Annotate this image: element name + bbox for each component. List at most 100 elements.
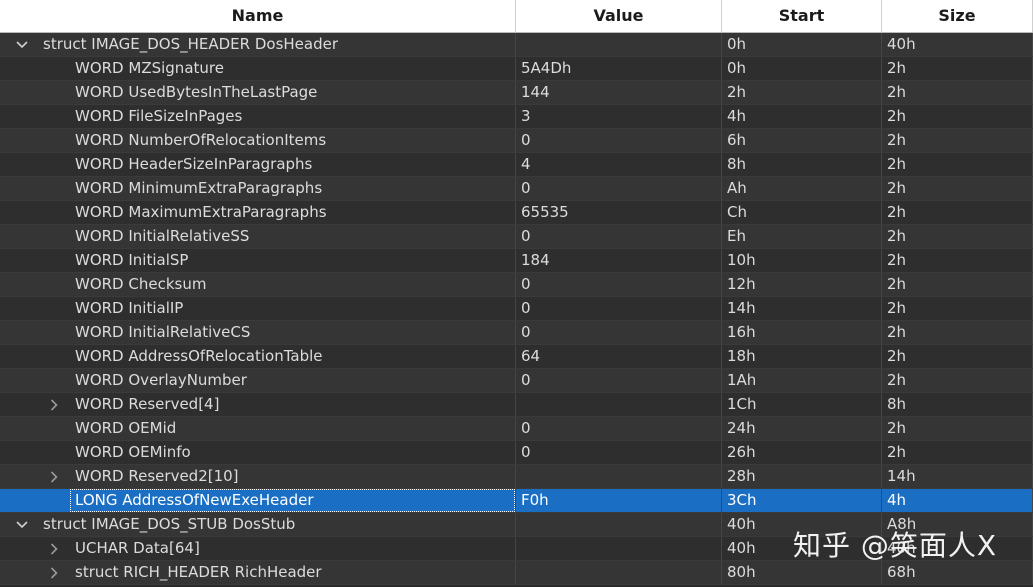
- table-row[interactable]: WORD Reserved[4] 1Ch 8h: [0, 393, 1033, 417]
- chevron-right-icon[interactable]: [47, 465, 61, 488]
- value-cell: 0: [516, 129, 722, 152]
- value-cell: [516, 465, 722, 488]
- row-name: WORD OverlayNumber: [75, 371, 247, 389]
- row-name: WORD MZSignature: [75, 59, 224, 77]
- row-name: WORD NumberOfRelocationItems: [75, 131, 327, 149]
- row-name: WORD Reserved2[10]: [75, 467, 239, 485]
- row-name: WORD MinimumExtraParagraphs: [75, 179, 323, 197]
- size-cell: 2h: [882, 369, 1033, 392]
- size-cell: 2h: [882, 57, 1033, 80]
- table-row[interactable]: LONG AddressOfNewExeHeader F0h 3Ch 4h: [0, 489, 1033, 513]
- size-cell: 4h: [882, 489, 1033, 512]
- name-cell[interactable]: struct RICH_HEADER RichHeader: [0, 561, 516, 584]
- row-name: WORD UsedBytesInTheLastPage: [75, 83, 318, 101]
- start-cell: 12h: [722, 273, 882, 296]
- name-cell[interactable]: WORD Checksum: [0, 273, 516, 296]
- table-row[interactable]: WORD MZSignature 5A4Dh 0h 2h: [0, 57, 1033, 81]
- table-row[interactable]: WORD UsedBytesInTheLastPage 144 2h 2h: [0, 81, 1033, 105]
- name-cell[interactable]: WORD OEMid: [0, 417, 516, 440]
- name-cell[interactable]: WORD Reserved2[10]: [0, 465, 516, 488]
- value-cell: 184: [516, 249, 722, 272]
- size-cell: 68h: [882, 561, 1033, 584]
- row-name: struct RICH_HEADER RichHeader: [75, 563, 322, 581]
- column-header-size[interactable]: Size: [882, 0, 1033, 32]
- start-cell: Ah: [722, 177, 882, 200]
- start-cell: 6h: [722, 129, 882, 152]
- name-cell[interactable]: WORD OverlayNumber: [0, 369, 516, 392]
- table-row[interactable]: WORD MinimumExtraParagraphs 0 Ah 2h: [0, 177, 1033, 201]
- table-row[interactable]: UCHAR Data[64] 40h 40h: [0, 537, 1033, 561]
- name-cell[interactable]: WORD InitialIP: [0, 297, 516, 320]
- start-cell: Eh: [722, 225, 882, 248]
- size-cell: 8h: [882, 393, 1033, 416]
- name-cell[interactable]: WORD InitialRelativeCS: [0, 321, 516, 344]
- value-cell: 65535: [516, 201, 722, 224]
- start-cell: 80h: [722, 561, 882, 584]
- table-row[interactable]: WORD Reserved2[10] 28h 14h: [0, 465, 1033, 489]
- start-cell: 24h: [722, 417, 882, 440]
- value-cell: [516, 561, 722, 584]
- start-cell: 28h: [722, 465, 882, 488]
- table-row[interactable]: WORD InitialRelativeSS 0 Eh 2h: [0, 225, 1033, 249]
- template-results-tree: struct IMAGE_DOS_HEADER DosHeader 0h 40h WO…: [0, 33, 1033, 585]
- table-row[interactable]: WORD InitialSP 184 10h 2h: [0, 249, 1033, 273]
- start-cell: 3Ch: [722, 489, 882, 512]
- start-cell: 10h: [722, 249, 882, 272]
- row-name: WORD AddressOfRelocationTable: [75, 347, 323, 365]
- size-cell: 2h: [882, 81, 1033, 104]
- name-cell[interactable]: WORD FileSizeInPages: [0, 105, 516, 128]
- table-row[interactable]: WORD MaximumExtraParagraphs 65535 Ch 2h: [0, 201, 1033, 225]
- chevron-right-icon[interactable]: [47, 561, 61, 584]
- table-row[interactable]: WORD OEMid 0 24h 2h: [0, 417, 1033, 441]
- name-cell[interactable]: WORD InitialSP: [0, 249, 516, 272]
- column-header-start[interactable]: Start: [722, 0, 882, 32]
- table-row[interactable]: WORD InitialRelativeCS 0 16h 2h: [0, 321, 1033, 345]
- value-cell: 5A4Dh: [516, 57, 722, 80]
- table-row[interactable]: WORD AddressOfRelocationTable 64 18h 2h: [0, 345, 1033, 369]
- start-cell: 8h: [722, 153, 882, 176]
- table-row[interactable]: struct IMAGE_DOS_STUB DosStub 40h A8h: [0, 513, 1033, 537]
- chevron-down-icon[interactable]: [15, 513, 29, 536]
- table-row[interactable]: WORD FileSizeInPages 3 4h 2h: [0, 105, 1033, 129]
- chevron-down-icon[interactable]: [15, 33, 29, 56]
- table-row[interactable]: WORD HeaderSizeInParagraphs 4 8h 2h: [0, 153, 1033, 177]
- chevron-right-icon[interactable]: [47, 537, 61, 560]
- table-row[interactable]: struct IMAGE_DOS_HEADER DosHeader 0h 40h: [0, 33, 1033, 57]
- size-cell: 14h: [882, 465, 1033, 488]
- row-name: WORD InitialRelativeCS: [75, 323, 251, 341]
- chevron-right-icon[interactable]: [47, 393, 61, 416]
- table-row[interactable]: WORD Checksum 0 12h 2h: [0, 273, 1033, 297]
- name-cell[interactable]: WORD Reserved[4]: [0, 393, 516, 416]
- row-name: WORD HeaderSizeInParagraphs: [75, 155, 313, 173]
- name-cell[interactable]: WORD MZSignature: [0, 57, 516, 80]
- name-cell[interactable]: WORD HeaderSizeInParagraphs: [0, 153, 516, 176]
- name-cell[interactable]: WORD NumberOfRelocationItems: [0, 129, 516, 152]
- start-cell: 40h: [722, 513, 882, 536]
- row-name: WORD OEMinfo: [75, 443, 191, 461]
- name-cell[interactable]: WORD MinimumExtraParagraphs: [0, 177, 516, 200]
- column-header-name[interactable]: Name: [0, 0, 516, 32]
- row-name: WORD InitialIP: [75, 299, 184, 317]
- table-row[interactable]: WORD OEMinfo 0 26h 2h: [0, 441, 1033, 465]
- table-row[interactable]: struct RICH_HEADER RichHeader 80h 68h: [0, 561, 1033, 585]
- start-cell: 14h: [722, 297, 882, 320]
- name-cell[interactable]: struct IMAGE_DOS_HEADER DosHeader: [0, 33, 516, 56]
- name-cell[interactable]: WORD MaximumExtraParagraphs: [0, 201, 516, 224]
- start-cell: Ch: [722, 201, 882, 224]
- size-cell: 2h: [882, 129, 1033, 152]
- table-row[interactable]: WORD OverlayNumber 0 1Ah 2h: [0, 369, 1033, 393]
- name-cell[interactable]: UCHAR Data[64]: [0, 537, 516, 560]
- table-row[interactable]: WORD NumberOfRelocationItems 0 6h 2h: [0, 129, 1033, 153]
- table-row[interactable]: WORD InitialIP 0 14h 2h: [0, 297, 1033, 321]
- column-header-value[interactable]: Value: [516, 0, 722, 32]
- name-cell[interactable]: LONG AddressOfNewExeHeader: [0, 489, 516, 512]
- start-cell: 1Ch: [722, 393, 882, 416]
- name-cell[interactable]: struct IMAGE_DOS_STUB DosStub: [0, 513, 516, 536]
- name-cell[interactable]: WORD OEMinfo: [0, 441, 516, 464]
- start-cell: 0h: [722, 57, 882, 80]
- name-cell[interactable]: WORD InitialRelativeSS: [0, 225, 516, 248]
- size-cell: 2h: [882, 225, 1033, 248]
- value-cell: [516, 537, 722, 560]
- name-cell[interactable]: WORD UsedBytesInTheLastPage: [0, 81, 516, 104]
- name-cell[interactable]: WORD AddressOfRelocationTable: [0, 345, 516, 368]
